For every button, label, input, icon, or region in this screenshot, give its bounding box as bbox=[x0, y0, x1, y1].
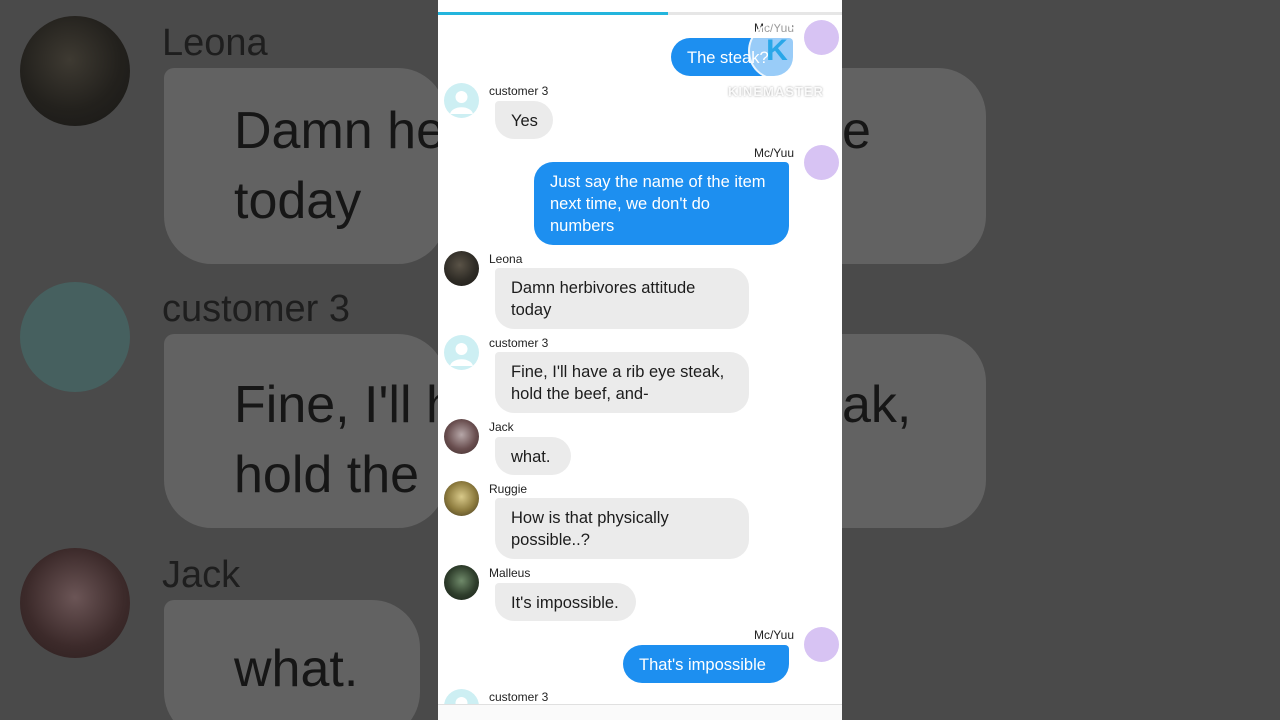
message-bubble-incoming[interactable]: Damn herbivores attitude today bbox=[495, 268, 749, 329]
kinemaster-watermark-text: KINEMASTER bbox=[728, 84, 824, 99]
message-bubble-outgoing[interactable]: Just say the name of the item next time,… bbox=[534, 162, 789, 245]
sender-avatar-leona[interactable] bbox=[444, 251, 479, 286]
background-sender-name: Jack bbox=[162, 554, 241, 596]
background-bubble-line: what. bbox=[234, 640, 359, 698]
bottom-bar bbox=[438, 704, 842, 720]
sender-name: Leona bbox=[489, 252, 523, 266]
self-avatar[interactable] bbox=[804, 145, 839, 180]
sender-avatar-malleus[interactable] bbox=[444, 565, 479, 600]
message-bubble-incoming[interactable]: Yes bbox=[495, 101, 553, 139]
sender-name: Mc/Yuu bbox=[753, 146, 794, 160]
sender-avatar-jack[interactable] bbox=[444, 419, 479, 454]
sender-name: Jack bbox=[489, 420, 514, 434]
message-bubble-outgoing[interactable]: That's impossible bbox=[623, 645, 789, 683]
background-avatar-jack bbox=[20, 548, 130, 658]
background-bubble-line: hold the bbox=[234, 446, 420, 504]
message-bubble-incoming[interactable]: what. bbox=[495, 437, 571, 475]
background-bubble-right: ak, bbox=[842, 334, 986, 528]
background-avatar-leona bbox=[20, 16, 130, 126]
sender-avatar-ruggie[interactable] bbox=[444, 481, 479, 516]
message-bubble-incoming[interactable]: It's impossible. bbox=[495, 583, 636, 621]
background-sender-name: Leona bbox=[162, 22, 268, 64]
background-bubble: Fine, I'll h hold the bbox=[164, 334, 455, 528]
self-avatar[interactable] bbox=[804, 627, 839, 662]
sender-name: Ruggie bbox=[489, 482, 528, 496]
background-bubble-line: Damn he bbox=[234, 102, 445, 160]
background-avatar-customer bbox=[20, 282, 130, 392]
background-bubble-fragment: ak, bbox=[842, 376, 912, 434]
background-bubble-fragment: e bbox=[842, 102, 871, 160]
background-bubble-line: Fine, I'll h bbox=[234, 376, 455, 434]
progress-bar bbox=[438, 12, 842, 15]
background-bubble: Damn he today bbox=[164, 68, 446, 264]
message-bubble-incoming[interactable]: How is that physically possible..? bbox=[495, 498, 749, 559]
background-bubble: what. bbox=[164, 600, 420, 720]
sender-name: customer 3 bbox=[489, 336, 549, 350]
sender-name: customer 3 bbox=[489, 84, 549, 98]
person-silhouette-icon[interactable] bbox=[444, 335, 479, 370]
message-bubble-incoming[interactable]: Fine, I'll have a rib eye steak, hold th… bbox=[495, 352, 749, 413]
self-avatar[interactable] bbox=[804, 20, 839, 55]
background-bubble-right: e bbox=[842, 68, 986, 264]
sender-name: Mc/Yuu bbox=[753, 628, 794, 642]
chat-screen: Mc/Yuu The steak? customer 3 Yes Mc/Yuu … bbox=[438, 0, 842, 720]
background-sender-name: customer 3 bbox=[162, 288, 350, 330]
sender-name: Malleus bbox=[489, 566, 531, 580]
kinemaster-logo-icon: K bbox=[748, 22, 806, 80]
person-silhouette-icon[interactable] bbox=[444, 83, 479, 118]
sender-name: customer 3 bbox=[489, 690, 549, 704]
background-bubble-line: today bbox=[234, 172, 362, 230]
progress-bar-fill bbox=[438, 12, 669, 15]
